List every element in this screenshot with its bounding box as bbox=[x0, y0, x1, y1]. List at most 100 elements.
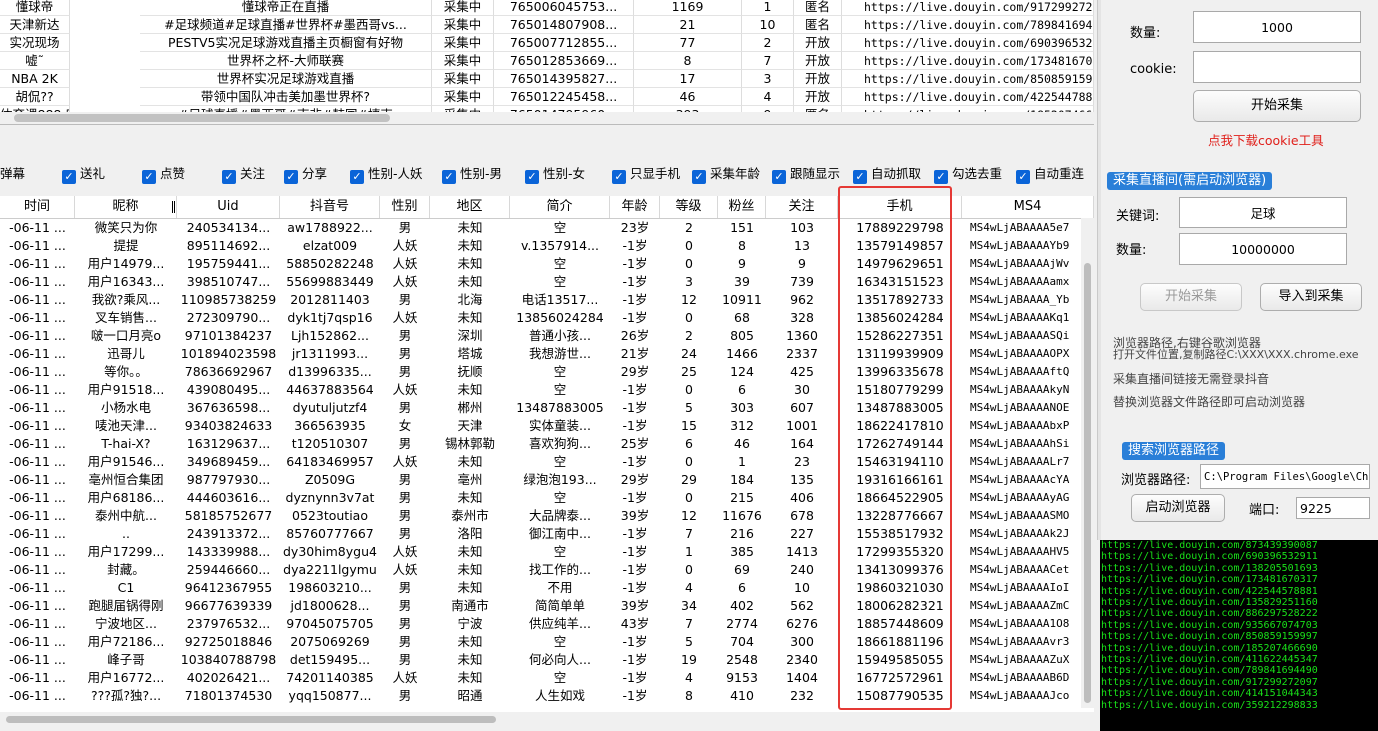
checkbox-check-icon: ✓ bbox=[142, 170, 156, 184]
checkbox-5[interactable]: ✓ 性别-人妖 bbox=[350, 165, 423, 184]
quantity-input[interactable]: 1000 bbox=[1193, 11, 1361, 43]
checkbox-9[interactable]: ✓ 采集年龄 bbox=[692, 165, 760, 184]
room-rank: 2 bbox=[742, 34, 794, 52]
room-id: 765012853669... bbox=[494, 52, 634, 70]
cell-gender: 男 bbox=[398, 346, 412, 361]
checkbox-4[interactable]: ✓ 分享 bbox=[284, 165, 327, 184]
cell-douyin-id: 2075069269 bbox=[290, 634, 370, 649]
checkbox-1[interactable]: ✓ 送礼 bbox=[62, 165, 105, 184]
checkbox-check-icon: ✓ bbox=[612, 170, 626, 184]
start-collect-button[interactable]: 开始采集 bbox=[1193, 90, 1361, 122]
cookie-tool-link[interactable]: 点我下载cookie工具 bbox=[1208, 130, 1324, 149]
cookie-input[interactable] bbox=[1193, 51, 1361, 83]
room-status: 采集中 bbox=[432, 52, 494, 70]
cell-uid: 240534134... bbox=[186, 220, 271, 235]
start-room-collect-button[interactable]: 开始采集 bbox=[1140, 283, 1242, 311]
cell-level: 7 bbox=[685, 616, 693, 631]
checkbox-8[interactable]: ✓ 只显手机 bbox=[612, 165, 680, 184]
checkbox-12[interactable]: ✓ 勾选去重 bbox=[934, 165, 1002, 184]
checkbox-13[interactable]: ✓ 自动重连 bbox=[1016, 165, 1084, 184]
checkbox-0[interactable]: 弹幕 bbox=[0, 165, 25, 183]
cell-fans: 312 bbox=[730, 418, 754, 433]
import-to-collect-button[interactable]: 导入到采集 bbox=[1260, 283, 1362, 311]
cell-ms4: MS4wLjABAAAAZmC bbox=[970, 599, 1070, 612]
checkbox-6[interactable]: ✓ 性别-男 bbox=[442, 165, 502, 184]
cell-uid: 71801374530 bbox=[184, 688, 273, 703]
room-row[interactable]: 天津新达 #足球频道#足球直播#世界杯#墨西哥vs... 采集中 7650148079… bbox=[0, 16, 1094, 34]
room-mode: 匿名 bbox=[794, 16, 842, 34]
cell-uid: 101894023598 bbox=[180, 346, 277, 361]
cell-nickname: 等你。。 bbox=[104, 364, 148, 379]
cell-time: -06-11 ... bbox=[9, 400, 66, 415]
launch-browser-button[interactable]: 启动浏览器 bbox=[1131, 494, 1225, 522]
header-time[interactable]: 时间 bbox=[0, 196, 75, 218]
cell-following: 9 bbox=[798, 256, 806, 271]
room-nickname: 实况现场 bbox=[0, 34, 70, 52]
browser-path-input[interactable]: C:\Program Files\Google\Chrome bbox=[1200, 464, 1370, 489]
room-title: PESTV5实况足球游戏直播主页橱窗有好物 bbox=[140, 34, 432, 52]
cell-time: -06-11 ... bbox=[9, 328, 66, 343]
cell-following: 328 bbox=[790, 310, 814, 325]
room-id: 765014395827... bbox=[494, 70, 634, 88]
cell-uid: 163129637... bbox=[186, 436, 271, 451]
cell-following: 678 bbox=[790, 508, 814, 523]
header-following[interactable]: 关注 bbox=[766, 196, 838, 218]
header-uid[interactable]: Uid bbox=[177, 196, 280, 218]
cell-following: 2337 bbox=[786, 346, 818, 361]
room-row[interactable]: 实况现场 PESTV5实况足球游戏直播主页橱窗有好物 采集中 765007712855… bbox=[0, 34, 1094, 52]
room-row[interactable]: 嘘˜ 世界杯之杯-大师联赛 采集中 765012853669... 8 7 开放 https:… bbox=[0, 52, 1094, 70]
cell-level: 12 bbox=[681, 292, 697, 307]
header-fans[interactable]: 粉丝 bbox=[718, 196, 766, 218]
room-table-scroll-thumb[interactable] bbox=[14, 114, 390, 122]
header-age[interactable]: 年龄 bbox=[610, 196, 660, 218]
cell-time: -06-11 ... bbox=[9, 688, 66, 703]
checkbox-7[interactable]: ✓ 性别-女 bbox=[525, 165, 585, 184]
cell-level: 2 bbox=[685, 220, 693, 235]
header-level[interactable]: 等级 bbox=[660, 196, 718, 218]
cell-gender: 男 bbox=[398, 220, 412, 235]
grid-vertical-scroll-thumb[interactable] bbox=[1084, 263, 1091, 703]
room-row[interactable]: 胡侃?? 带领中国队冲击美加墨世界杯? 采集中 765012245458... 46 4 开… bbox=[0, 88, 1094, 106]
cell-following: 103 bbox=[790, 220, 814, 235]
checkbox-label: 跟随显示 bbox=[790, 166, 841, 181]
header-region[interactable]: 地区 bbox=[430, 196, 510, 218]
cell-age: -1岁 bbox=[622, 526, 648, 541]
cell-douyin-id: dyznynn3v7at bbox=[285, 490, 375, 505]
checkbox-11[interactable]: ✓ 自动抓取 bbox=[853, 165, 921, 184]
cell-region: 泰州市 bbox=[451, 508, 489, 523]
header-gender[interactable]: 性别 bbox=[380, 196, 430, 218]
cell-level: 0 bbox=[685, 310, 693, 325]
cell-following: 164 bbox=[790, 436, 814, 451]
cell-ms4: MS4wLjABAAAANOE bbox=[970, 401, 1070, 414]
log-line: https://live.douyin.com/185207466690 bbox=[1101, 642, 1318, 654]
header-ms4[interactable]: MS4 bbox=[962, 196, 1094, 218]
grid-horizontal-scroll-thumb[interactable] bbox=[6, 716, 496, 723]
cell-time: -06-11 ... bbox=[9, 616, 66, 631]
cell-time: -06-11 ... bbox=[9, 310, 66, 325]
cell-gender: 男 bbox=[398, 616, 412, 631]
header-douyin-id[interactable]: 抖音号 bbox=[280, 196, 380, 218]
panel-separator[interactable] bbox=[1097, 0, 1101, 540]
cell-nickname: T-hai-X? bbox=[101, 436, 151, 451]
header-nickname[interactable]: 昵称 bbox=[75, 196, 177, 218]
room-nickname: 懂球帝 bbox=[0, 0, 70, 16]
checkbox-2[interactable]: ✓ 点赞 bbox=[142, 165, 185, 184]
checkbox-3[interactable]: ✓ 关注 bbox=[222, 165, 265, 184]
column-resize-handle[interactable] bbox=[172, 201, 175, 213]
room-table[interactable]: 懂球帝 懂球帝正在直播 采集中 765006045753... 1169 1 匿名 https… bbox=[0, 0, 1094, 125]
cell-nickname: 用户14979... bbox=[87, 256, 165, 271]
port-input[interactable]: 9225 bbox=[1296, 497, 1370, 519]
checkbox-10[interactable]: ✓ 跟随显示 bbox=[772, 165, 841, 184]
cell-age: -1岁 bbox=[622, 418, 648, 433]
cell-uid: 439080495... bbox=[186, 382, 271, 397]
checkbox-check-icon: ✓ bbox=[525, 170, 539, 184]
cell-time: -06-11 ... bbox=[9, 544, 66, 559]
room-row[interactable]: 懂球帝 懂球帝正在直播 采集中 765006045753... 1169 1 匿名 https… bbox=[0, 0, 1094, 16]
room-status: 采集中 bbox=[432, 16, 494, 34]
room-row[interactable]: NBA 2K 世界杯实况足球游戏直播 采集中 765014395827... 17 3 开放… bbox=[0, 70, 1094, 88]
keyword-input[interactable]: 足球 bbox=[1179, 197, 1347, 228]
cell-level: 0 bbox=[685, 256, 693, 271]
room-quantity-input[interactable]: 10000000 bbox=[1179, 233, 1347, 265]
header-bio[interactable]: 简介 bbox=[510, 196, 610, 218]
cell-douyin-id: 74201140385 bbox=[286, 670, 374, 685]
